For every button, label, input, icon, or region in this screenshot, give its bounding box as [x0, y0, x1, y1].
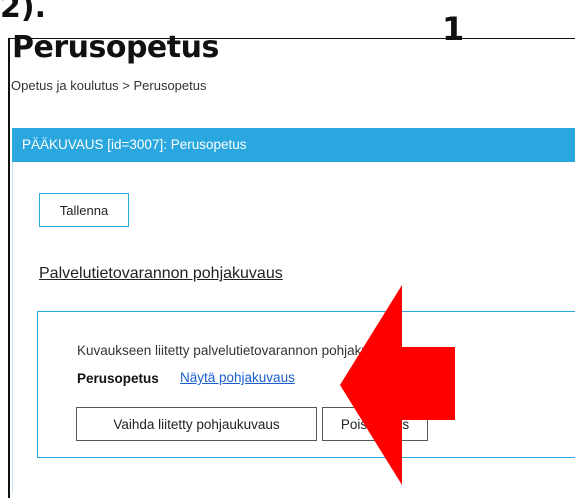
top-text-fragment: 2). [0, 0, 46, 25]
linked-description-name: Perusopetus [77, 371, 159, 386]
save-button[interactable]: Tallenna [39, 193, 129, 227]
breadcrumb: Opetus ja koulutus > Perusopetus [11, 78, 207, 93]
page-title: Perusopetus [12, 30, 219, 65]
section-header-bar: PÄÄKUVAUS [id=3007]: Perusopetus [12, 128, 575, 162]
change-linked-description-button[interactable]: Vaihda liitetty pohjaukuvaus [76, 407, 317, 441]
subsection-title[interactable]: Palvelutietovarannon pohjakuvaus [39, 265, 283, 283]
show-base-description-link[interactable]: Näytä pohjakuvaus [180, 370, 295, 385]
red-arrow-icon [340, 285, 455, 485]
